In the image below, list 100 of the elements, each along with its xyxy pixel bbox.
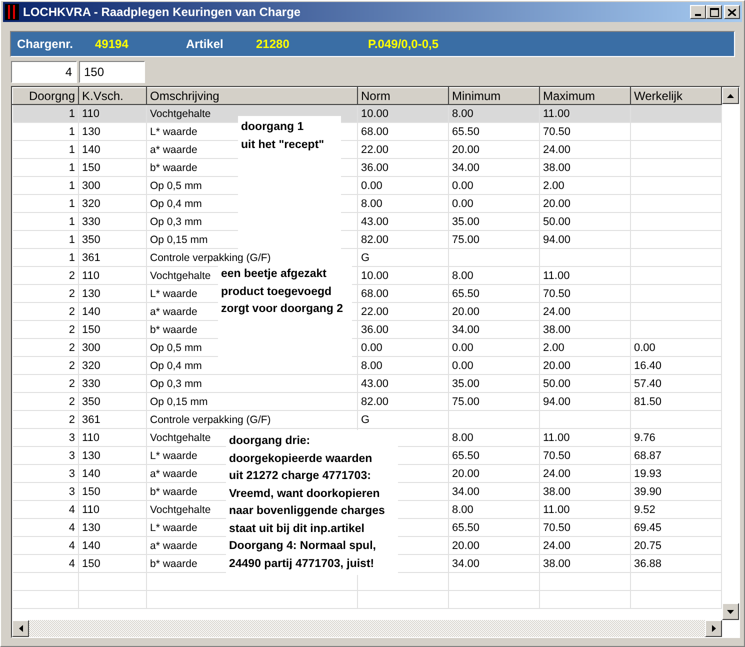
pass-cell[interactable]: 1 xyxy=(68,216,75,228)
code-cell: 140 xyxy=(82,144,100,156)
actual-cell: 16.40 xyxy=(634,360,662,372)
norm-cell: 22.00 xyxy=(361,144,389,156)
minimum-cell: 35.00 xyxy=(452,378,480,390)
description-cell: L* waarde xyxy=(150,450,198,462)
actual-cell: 0.00 xyxy=(634,342,656,354)
description-cell: Controle verpakking (G/F) xyxy=(150,252,271,264)
maximum-cell: 11.00 xyxy=(543,504,570,516)
pass-cell[interactable]: 2 xyxy=(68,342,75,354)
maximum-cell: 11.00 xyxy=(543,270,570,282)
pass-cell[interactable]: 2 xyxy=(68,306,75,318)
actual-cell: 69.45 xyxy=(634,522,662,534)
norm-cell: 36.00 xyxy=(361,162,389,174)
description-cell: Vochtgehalte xyxy=(150,432,211,444)
minimum-cell: 75.00 xyxy=(452,396,480,408)
up-arrow-icon xyxy=(727,94,734,98)
minimum-cell: 20.00 xyxy=(452,306,480,318)
pass-cell[interactable]: 1 xyxy=(68,198,75,210)
pass-cell[interactable]: 4 xyxy=(68,558,75,570)
column-header[interactable]: K.Vsch. xyxy=(78,88,146,104)
column-header[interactable]: Minimum xyxy=(448,88,540,104)
maximize-button[interactable] xyxy=(706,5,722,19)
norm-cell: 68.00 xyxy=(361,126,389,138)
maximum-cell: 38.00 xyxy=(543,162,571,174)
column-header[interactable]: Norm xyxy=(358,88,448,104)
actual-cell: 39.90 xyxy=(634,486,662,498)
description-cell: b* waarde xyxy=(150,324,198,336)
pass-cell[interactable]: 1 xyxy=(68,234,75,246)
article-description: P.049/0,0-0,5 xyxy=(368,37,439,51)
description-cell: Op 0,3 mm xyxy=(150,216,202,228)
column-header[interactable]: Werkelijk xyxy=(630,88,722,104)
scroll-right-button[interactable] xyxy=(705,620,722,637)
minimum-cell: 0.00 xyxy=(452,198,474,210)
pass-cell[interactable]: 1 xyxy=(68,108,75,120)
pass-cell[interactable]: 1 xyxy=(68,252,75,264)
pass-cell[interactable]: 2 xyxy=(68,270,75,282)
description-cell: Op 0,5 mm xyxy=(150,180,202,192)
pass-cell[interactable]: 3 xyxy=(68,486,75,498)
column-header[interactable]: Doorgng xyxy=(12,88,78,104)
code-cell: 350 xyxy=(82,396,100,408)
filter-field[interactable]: 4 xyxy=(11,61,77,83)
code-cell: 130 xyxy=(82,288,100,300)
code-cell: 140 xyxy=(82,540,100,552)
pass-cell[interactable]: 2 xyxy=(68,378,75,390)
code-cell: 300 xyxy=(82,180,100,192)
pass-cell[interactable]: 4 xyxy=(68,504,75,516)
pass-cell[interactable]: 3 xyxy=(68,468,75,480)
app-icon xyxy=(5,4,19,20)
code-cell: 150 xyxy=(82,162,100,174)
pass-cell[interactable]: 3 xyxy=(68,450,75,462)
close-button[interactable] xyxy=(724,5,740,19)
horizontal-scrollbar[interactable] xyxy=(12,620,722,637)
pass-cell[interactable]: 4 xyxy=(68,522,75,534)
pass-cell[interactable]: 4 xyxy=(68,540,75,552)
scroll-down-button[interactable] xyxy=(722,603,739,620)
pass-cell[interactable]: 2 xyxy=(68,324,75,336)
description-cell: L* waarde xyxy=(150,288,198,300)
actual-cell: 20.75 xyxy=(634,540,662,552)
maximum-cell: 94.00 xyxy=(543,396,571,408)
norm-cell: 8.00 xyxy=(361,360,382,372)
down-arrow-icon xyxy=(727,610,734,614)
scroll-up-button[interactable] xyxy=(722,87,739,104)
pass-cell[interactable]: 1 xyxy=(68,180,75,192)
column-header[interactable]: Omschrijving xyxy=(146,88,358,104)
scroll-left-button[interactable] xyxy=(12,620,29,637)
description-cell: Op 0,15 mm xyxy=(150,396,208,408)
norm-cell: 82.00 xyxy=(361,396,389,408)
right-arrow-icon xyxy=(712,625,716,632)
minimum-cell: 0.00 xyxy=(452,360,474,372)
norm-cell: 8.00 xyxy=(361,198,382,210)
pass-cell[interactable]: 2 xyxy=(68,414,75,426)
maximum-cell: 70.50 xyxy=(543,288,571,300)
code-cell: 330 xyxy=(82,216,100,228)
pass-cell[interactable]: 2 xyxy=(68,360,75,372)
description-cell: b* waarde xyxy=(150,162,198,174)
description-cell: a* waarde xyxy=(150,540,198,552)
column-header[interactable]: Maximum xyxy=(540,88,630,104)
description-cell: b* waarde xyxy=(150,558,198,570)
pass-cell[interactable]: 1 xyxy=(68,126,75,138)
description-cell: Vochtgehalte xyxy=(150,270,211,282)
pass-cell[interactable]: 2 xyxy=(68,288,75,300)
pass-cell[interactable]: 2 xyxy=(68,396,75,408)
code-cell: 130 xyxy=(82,450,100,462)
annotation-note: doorgang drie: doorgekopieerde waarden uit 21272 charge 4771703: Vreemd, want doorkopieren naar bovenliggende charges staat uit bij dit inp.artikel Doorgang 4: Normaal spul, 24490 partij 4771703, juist! xyxy=(226,430,398,575)
code-cell: 330 xyxy=(82,378,100,390)
minimum-cell: 20.00 xyxy=(452,144,480,156)
minimum-cell: 34.00 xyxy=(452,486,480,498)
maximize-icon xyxy=(710,8,718,16)
vertical-scrollbar[interactable] xyxy=(722,87,739,620)
pass-cell[interactable]: 3 xyxy=(68,432,75,444)
minimize-button[interactable] xyxy=(690,5,706,19)
pass-cell[interactable]: 1 xyxy=(68,144,75,156)
maximum-cell: 20.00 xyxy=(543,360,571,372)
norm-cell: 0.00 xyxy=(361,342,382,354)
pass-cell[interactable]: 1 xyxy=(68,162,75,174)
left-arrow-icon xyxy=(18,625,22,632)
maximum-cell: 94.00 xyxy=(543,234,571,246)
code-cell: 110 xyxy=(82,270,100,282)
filter-field[interactable]: 150 xyxy=(79,61,145,83)
